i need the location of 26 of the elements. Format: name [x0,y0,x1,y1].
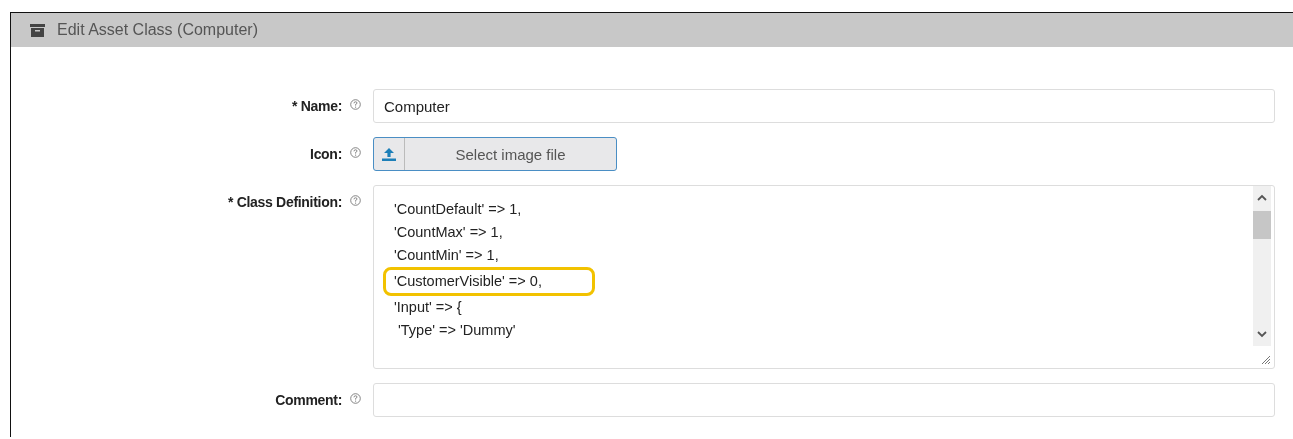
help-icon[interactable] [350,146,361,158]
resize-grip-icon[interactable] [1259,353,1271,365]
panel-title: Edit Asset Class (Computer) [57,21,258,39]
help-icon[interactable] [350,98,361,110]
field-label: Icon: [310,146,342,162]
field-label: * Name: [291,98,342,114]
help-icon[interactable] [350,194,361,206]
help-icon[interactable] [350,392,361,404]
code-line: 'Type' => 'Dummy' [397,321,516,340]
text-field[interactable]: Computer [373,89,1275,123]
field-label: Comment: [275,392,342,408]
code-line: 'Input' => { [394,298,462,317]
field-label: * Class Definition: [227,194,342,210]
highlighted-code-line: 'CustomerVisible' => 0, [383,267,595,296]
scroll-up-icon[interactable] [1257,194,1267,201]
scrollbar-thumb[interactable] [1253,211,1271,239]
code-line: 'CountDefault' => 1, [394,200,522,219]
select-file-button[interactable]: Select image file [373,137,617,171]
code-textarea[interactable]: 'CountDefault' => 1, 'CountMax' => 1, 'CountMin' => 1, 'CustomerVisible' => 0, 'Input' => { 'Type' => 'Dummy' [373,185,1275,369]
archive-box-icon [30,23,45,37]
text-field[interactable] [373,383,1275,417]
code-line: 'CountMin' => 1, [394,246,499,265]
code-line: 'CountMax' => 1, [394,223,503,242]
scroll-down-icon[interactable] [1257,331,1267,338]
scrollbar[interactable] [1253,186,1271,346]
upload-icon [381,147,397,161]
